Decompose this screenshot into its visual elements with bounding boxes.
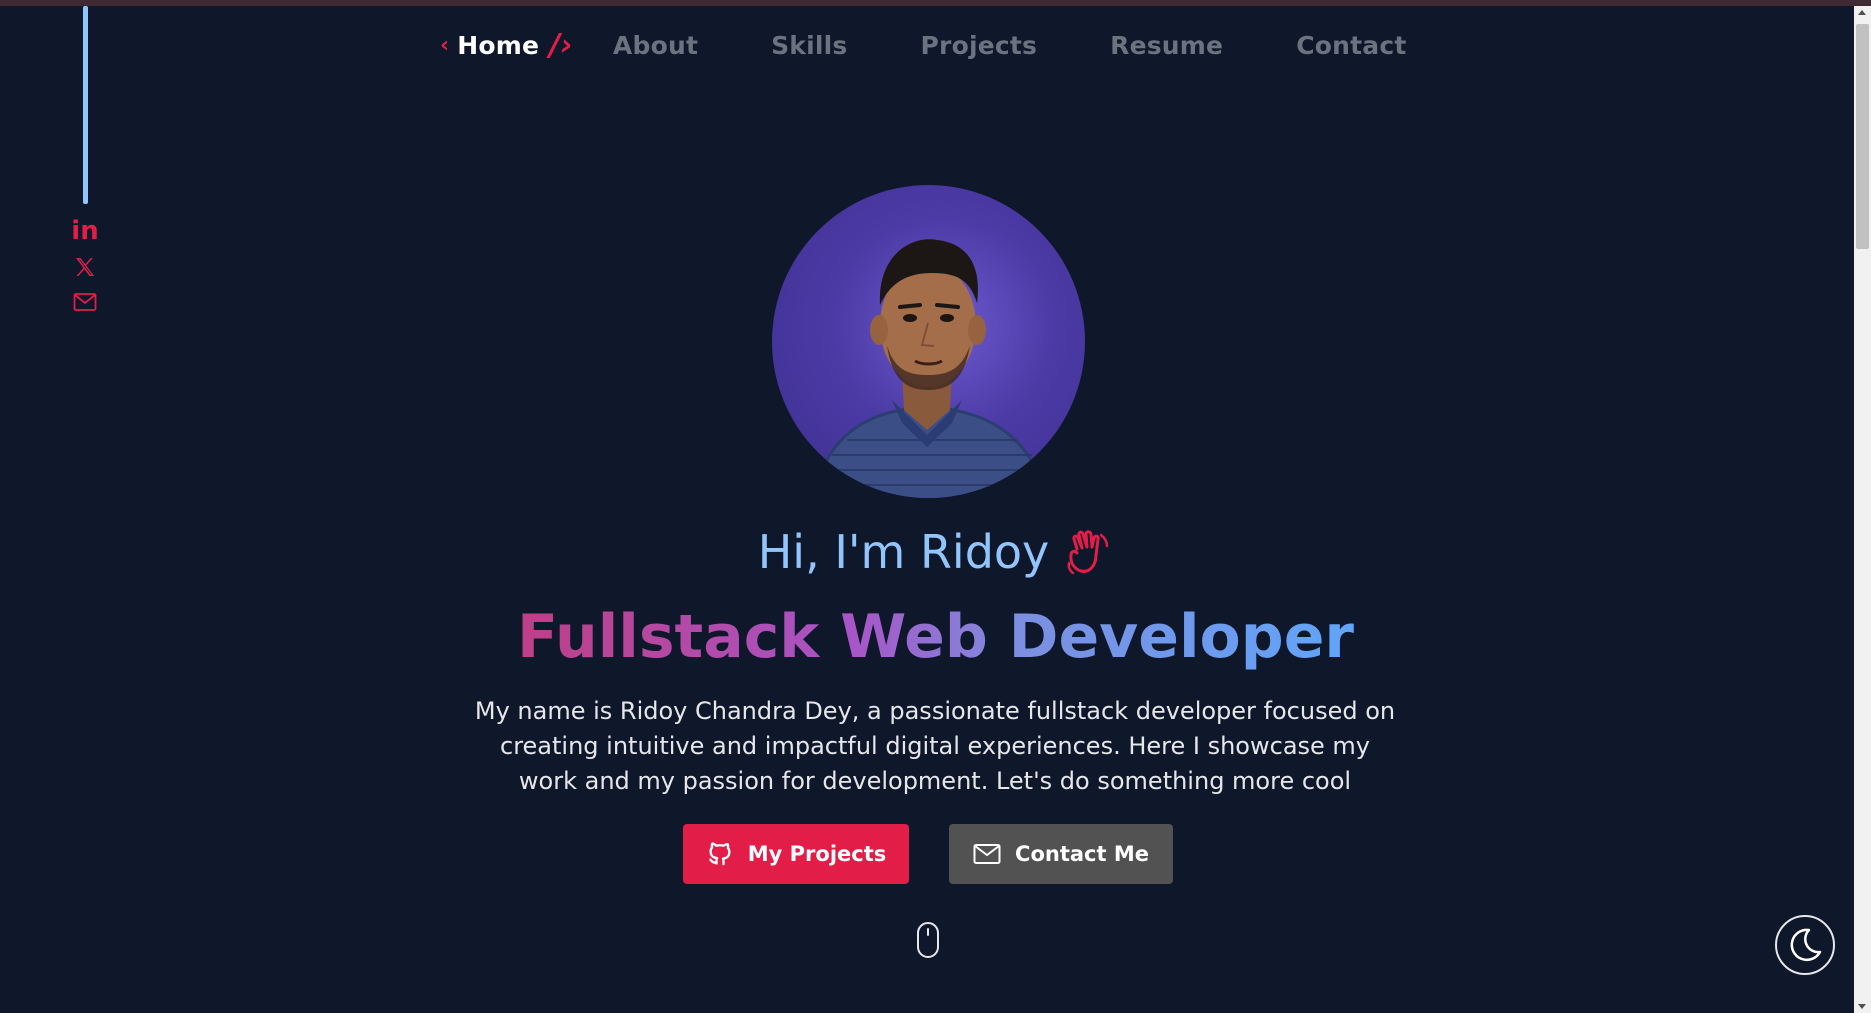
social-rail-line — [83, 6, 88, 204]
x-twitter-link[interactable] — [72, 254, 98, 280]
nav-home[interactable]: ‹ Home /› — [440, 28, 573, 63]
hero-role-title: Fullstack Web Developer — [0, 602, 1871, 672]
hero-greeting: Hi, I'm Ridoy — [0, 525, 1871, 579]
mail-icon — [73, 293, 97, 311]
top-border — [0, 0, 1871, 6]
email-link[interactable] — [72, 289, 98, 315]
linkedin-link[interactable]: in — [71, 216, 99, 246]
theme-toggle-button[interactable] — [1775, 915, 1835, 975]
linkedin-icon: in — [71, 216, 99, 246]
nav-home-label: Home — [457, 31, 540, 60]
mail-icon — [973, 843, 1001, 865]
hero-bio: My name is Ridoy Chandra Dey, a passiona… — [474, 697, 1396, 795]
page-scrollbar[interactable] — [1854, 6, 1871, 1013]
contact-me-button[interactable]: Contact Me — [949, 824, 1173, 884]
scroll-down-indicator[interactable] — [916, 921, 940, 963]
scroll-down-arrow-icon[interactable] — [1858, 1004, 1866, 1009]
scrollbar-thumb[interactable] — [1856, 24, 1869, 249]
nav-resume[interactable]: Resume — [1110, 31, 1223, 60]
home-bracket-left: ‹ — [440, 33, 450, 58]
mouse-icon — [917, 922, 939, 958]
greeting-text: Hi, I'm Ridoy — [757, 525, 1050, 579]
profile-portrait — [810, 239, 1049, 498]
my-projects-label: My Projects — [747, 842, 887, 866]
waving-hand-icon — [1063, 527, 1113, 577]
nav-skills[interactable]: Skills — [771, 31, 847, 60]
profile-photo — [772, 185, 1085, 498]
home-bracket-right: /› — [549, 28, 573, 63]
moon-icon — [1790, 928, 1822, 962]
main-nav: ‹ Home /› About Skills Projects Resume C… — [440, 28, 1480, 63]
contact-me-label: Contact Me — [1015, 842, 1149, 866]
nav-contact[interactable]: Contact — [1296, 31, 1406, 60]
github-icon — [706, 840, 734, 868]
nav-projects[interactable]: Projects — [921, 31, 1038, 60]
scroll-up-arrow-icon[interactable] — [1858, 10, 1866, 15]
role-text: Fullstack Web Developer — [517, 602, 1354, 672]
nav-about[interactable]: About — [613, 31, 698, 60]
my-projects-button[interactable]: My Projects — [683, 824, 909, 884]
x-icon — [76, 258, 94, 276]
